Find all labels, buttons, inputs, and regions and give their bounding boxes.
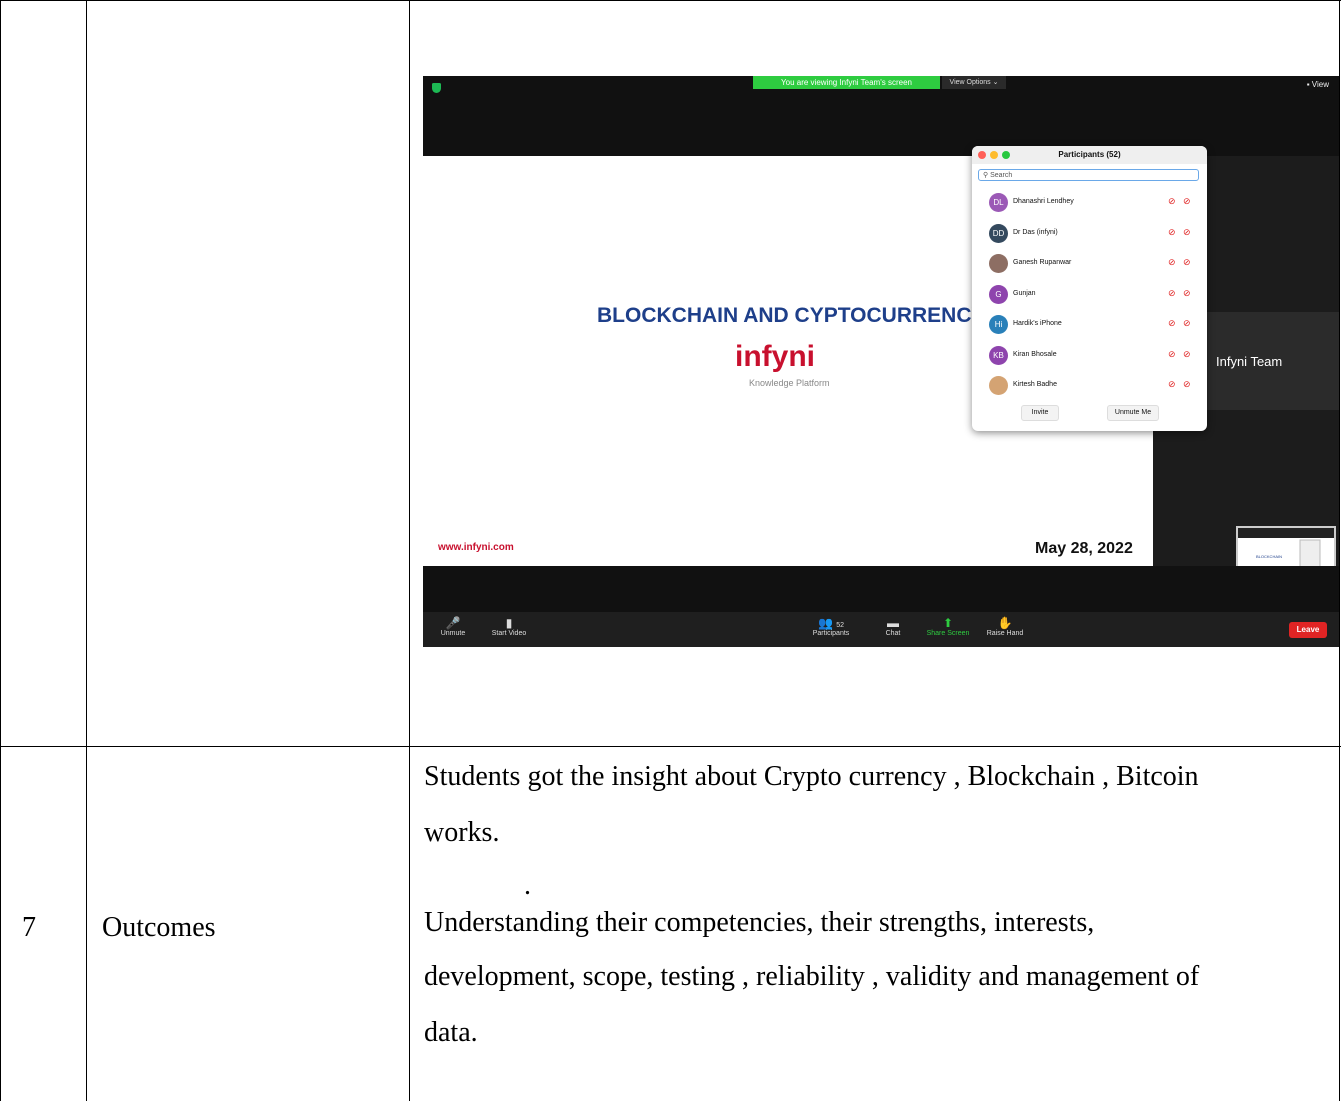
leave-button[interactable]: Leave	[1289, 622, 1327, 638]
participant-row[interactable]: DD Dr Das (infyni) ⊘ ⊘	[989, 224, 1199, 244]
participant-name: Gunjan	[1013, 290, 1036, 297]
participants-icon: 👥 52	[817, 616, 845, 630]
slide-date: May 28, 2022	[1035, 540, 1133, 557]
video-off-icon: ▮	[505, 616, 513, 630]
stray-dot: .	[524, 870, 531, 901]
table-border-col2	[409, 0, 410, 1101]
mic-off-icon: ⊘	[1168, 227, 1176, 237]
participant-name: Dr Das (infyni)	[1013, 229, 1058, 236]
viewing-banner: You are viewing Infyni Team's screen	[753, 76, 940, 89]
invite-button[interactable]: Invite	[1021, 405, 1059, 421]
participants-button[interactable]: 👥 52 Participants	[807, 616, 855, 637]
participants-panel: Participants (52) ⚲ Search DL Dhanashri …	[972, 146, 1207, 431]
participant-name: Hardik's iPhone	[1013, 320, 1062, 327]
chat-button[interactable]: ▬ Chat	[881, 616, 905, 637]
participant-name: Dhanashri Lendhey	[1013, 198, 1074, 205]
mic-off-icon: ⊘	[1168, 288, 1176, 298]
camera-off-icon: ⊘	[1183, 288, 1191, 298]
start-video-label: Start Video	[491, 630, 527, 637]
camera-off-icon: ⊘	[1183, 196, 1191, 206]
camera-off-icon: ⊘	[1183, 379, 1191, 389]
participants-search-input[interactable]: ⚲ Search	[978, 169, 1199, 181]
outcome-para2-line3: data.	[424, 1017, 478, 1048]
camera-off-icon: ⊘	[1183, 257, 1191, 267]
view-button[interactable]: ▪ View	[1307, 80, 1329, 89]
start-video-button[interactable]: ▮ Start Video	[487, 616, 531, 637]
slide-logo: infyni	[735, 340, 815, 373]
view-options-button[interactable]: View Options ⌄	[942, 76, 1006, 89]
table-row-divider	[0, 746, 1341, 747]
unmute-label: Unmute	[440, 630, 466, 637]
zoom-top-bar: You are viewing Infyni Team's screen Vie…	[423, 76, 1339, 156]
slide-title: BLOCKCHAIN AND CYPTOCURRENCY	[597, 304, 986, 327]
zoom-meeting-screenshot: You are viewing Infyni Team's screen Vie…	[423, 76, 1339, 647]
team-name: Infyni Team	[1216, 354, 1283, 369]
avatar: DL	[989, 193, 1008, 212]
avatar: KB	[989, 346, 1008, 365]
outcome-para2-line1: Understanding their competencies, their …	[424, 907, 1095, 938]
mic-off-icon: ⊘	[1168, 318, 1176, 328]
bottom-dark-area	[423, 566, 1339, 612]
table-border-top	[0, 0, 1341, 1]
share-screen-label: Share Screen	[926, 630, 970, 637]
row-number: 7	[22, 912, 36, 943]
search-placeholder: Search	[990, 172, 1013, 179]
unmute-button[interactable]: 🎤 Unmute	[435, 616, 471, 637]
avatar: Hi	[989, 315, 1008, 334]
mic-off-icon: ⊘	[1168, 379, 1176, 389]
avatar-photo	[989, 376, 1008, 395]
participant-name: Ganesh Rupanwar	[1013, 259, 1072, 266]
table-border-right	[1339, 0, 1340, 1101]
unmute-me-button[interactable]: Unmute Me	[1107, 405, 1159, 421]
outcome-para1: Students got the insight about Crypto cu…	[424, 761, 1199, 792]
search-icon: ⚲	[983, 172, 989, 179]
view-label: View	[1311, 80, 1329, 89]
avatar-photo	[989, 254, 1008, 273]
row-label: Outcomes	[102, 912, 216, 943]
mic-off-icon: 🎤	[445, 616, 461, 630]
security-shield-icon	[432, 83, 441, 93]
panel-header: Participants (52)	[972, 146, 1207, 164]
avatar: G	[989, 285, 1008, 304]
participant-name: Kirtesh Badhe	[1013, 381, 1057, 388]
participant-name: Kiran Bhosale	[1013, 351, 1057, 358]
panel-title: Participants (52)	[1058, 150, 1121, 159]
view-icon: ▪	[1306, 80, 1310, 89]
camera-off-icon: ⊘	[1183, 227, 1191, 237]
table-border-left	[0, 0, 1, 1101]
camera-off-icon: ⊘	[1183, 349, 1191, 359]
participant-row[interactable]: G Gunjan ⊘ ⊘	[989, 285, 1199, 305]
mic-off-icon: ⊘	[1168, 257, 1176, 267]
chat-label: Chat	[885, 630, 901, 637]
participant-row[interactable]: Ganesh Rupanwar ⊘ ⊘	[989, 254, 1199, 274]
raise-hand-label: Raise Hand	[986, 630, 1024, 637]
mic-off-icon: ⊘	[1168, 196, 1176, 206]
participant-row[interactable]: Hi Hardik's iPhone ⊘ ⊘	[989, 315, 1199, 335]
camera-off-icon: ⊘	[1183, 318, 1191, 328]
outcome-para1-cont: works.	[424, 817, 500, 848]
table-border-col1	[86, 0, 87, 1101]
participant-row[interactable]: Kirtesh Badhe ⊘ ⊘	[989, 376, 1199, 396]
participant-row[interactable]: KB Kiran Bhosale ⊘ ⊘	[989, 346, 1199, 366]
mic-off-icon: ⊘	[1168, 349, 1176, 359]
participant-row[interactable]: DL Dhanashri Lendhey ⊘ ⊘	[989, 193, 1199, 213]
share-screen-button[interactable]: ⬆ Share Screen	[923, 616, 973, 637]
share-screen-icon: ⬆	[942, 616, 954, 630]
hand-icon: ✋	[997, 616, 1013, 630]
svg-text:BLOCKCHAIN: BLOCKCHAIN	[1256, 554, 1282, 559]
participants-label: Participants	[812, 630, 850, 637]
avatar: DD	[989, 224, 1008, 243]
chat-icon: ▬	[887, 616, 899, 630]
zoom-toolbar: 🎤 Unmute ▮ Start Video 👥 52 Participants…	[423, 612, 1339, 647]
slide-logo-subtitle: Knowledge Platform	[749, 378, 830, 388]
slide-url: www.infyni.com	[438, 542, 514, 553]
raise-hand-button[interactable]: ✋ Raise Hand	[983, 616, 1027, 637]
outcome-para2-line2: development, scope, testing , reliabilit…	[424, 961, 1200, 992]
participants-count: 52	[836, 622, 845, 629]
